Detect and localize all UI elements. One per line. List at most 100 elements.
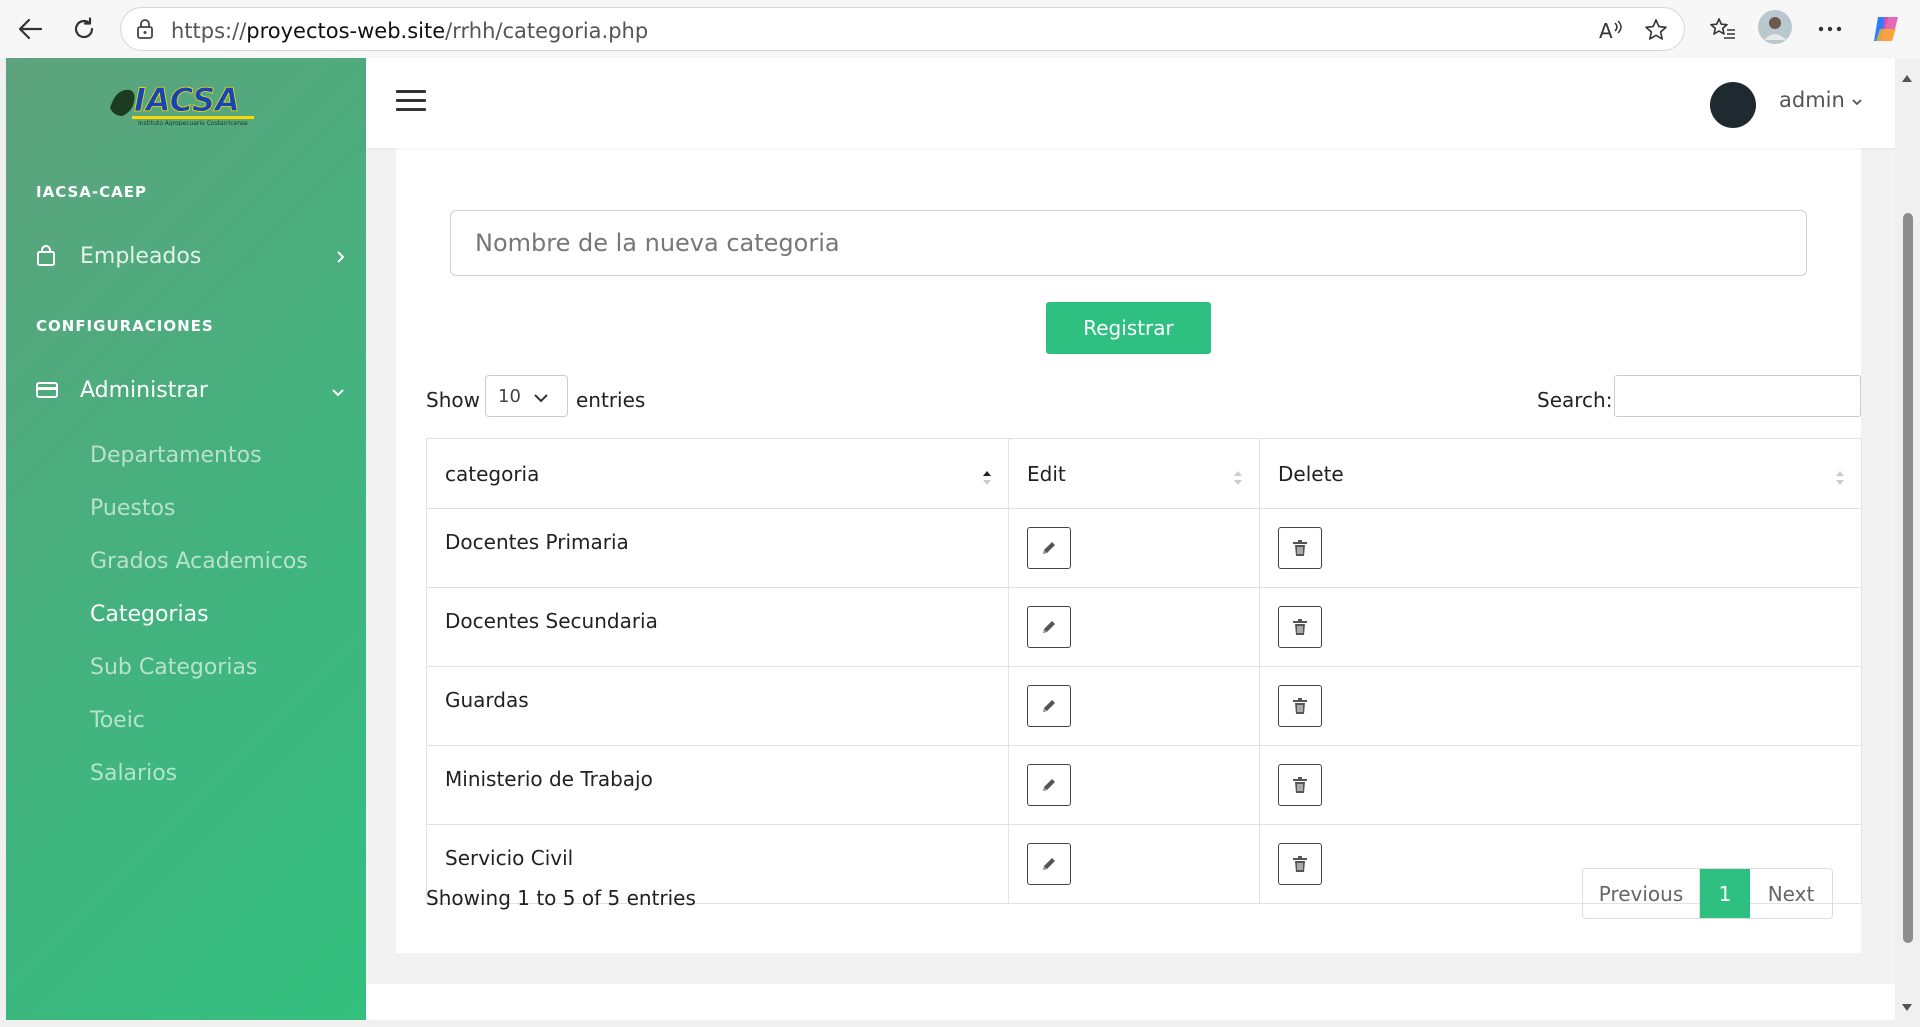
delete-button[interactable]	[1278, 527, 1322, 569]
address-bar[interactable]: https://proyectos-web.site/rrhh/categori…	[120, 7, 1685, 51]
lock-icon[interactable]	[135, 18, 155, 44]
search-label: Search:	[1537, 388, 1613, 412]
main-content: Registrar Show 10 entries Search: catego…	[366, 58, 1895, 1020]
iacsa-logo[interactable]: IACSA Instituto Agropecuario Costarricen…	[106, 78, 266, 127]
column-header-label: Delete	[1278, 461, 1344, 486]
sort-icon	[1835, 467, 1845, 485]
pagination-previous[interactable]: Previous	[1583, 869, 1700, 918]
categoria-cell: Ministerio de Trabajo	[426, 745, 1009, 825]
pagination-page-1[interactable]: 1	[1700, 869, 1750, 918]
trash-icon	[1293, 777, 1307, 793]
top-navbar: admin	[366, 58, 1895, 148]
categoria-cell: Docentes Secundaria	[426, 587, 1009, 667]
pencil-icon	[1043, 858, 1055, 870]
sidebar-item-label: Administrar	[80, 377, 208, 403]
scrollbar-thumb[interactable]	[1903, 213, 1913, 943]
delete-button[interactable]	[1278, 843, 1322, 885]
menu-toggle-icon[interactable]	[396, 90, 426, 114]
pagination-next[interactable]: Next	[1750, 869, 1832, 918]
trash-icon	[1293, 619, 1307, 635]
pencil-icon	[1043, 542, 1055, 554]
svg-text:A: A	[1599, 19, 1613, 41]
edit-cell	[1008, 666, 1260, 746]
svg-text:IACSA: IACSA	[134, 81, 240, 119]
edit-button[interactable]	[1027, 764, 1071, 806]
column-header-delete[interactable]: Delete	[1259, 438, 1862, 509]
pagination: Previous 1 Next	[1582, 868, 1833, 919]
scroll-down-arrow-icon[interactable]	[1901, 998, 1913, 1011]
entries-label: entries	[576, 388, 646, 412]
page-length-select[interactable]: 10	[485, 375, 568, 417]
edit-cell	[1008, 824, 1260, 904]
table-header-row: categoria Edit Delete	[426, 438, 1862, 509]
sidebar: IACSA Instituto Agropecuario Costarricen…	[6, 58, 366, 1020]
sidebar-item-empleados[interactable]: Empleados	[36, 236, 346, 276]
sort-icon	[1233, 467, 1243, 485]
scroll-up-arrow-icon[interactable]	[1901, 68, 1913, 82]
page-scrollbar[interactable]	[1895, 58, 1920, 1020]
edit-button[interactable]	[1027, 843, 1071, 885]
delete-cell	[1259, 508, 1862, 588]
sidebar-item-administrar[interactable]: Administrar	[36, 370, 346, 410]
delete-button[interactable]	[1278, 685, 1322, 727]
edit-button[interactable]	[1027, 527, 1071, 569]
delete-cell	[1259, 666, 1862, 746]
pencil-icon	[1043, 700, 1055, 712]
show-label: Show	[426, 388, 480, 412]
column-header-label: Edit	[1027, 461, 1066, 486]
table-row: Guardas	[426, 666, 1862, 746]
sidebar-subitem-puestos[interactable]: Puestos	[90, 496, 175, 521]
sidebar-subitem-grados-academicos[interactable]: Grados Academicos	[90, 549, 308, 574]
column-header-edit[interactable]: Edit	[1008, 438, 1260, 509]
table-row: Ministerio de Trabajo	[426, 745, 1862, 825]
edit-button[interactable]	[1027, 685, 1071, 727]
credit-card-icon	[36, 381, 62, 399]
categoria-cell: Guardas	[426, 666, 1009, 746]
user-avatar[interactable]	[1710, 82, 1756, 128]
footer	[366, 984, 1895, 1020]
sidebar-subitem-sub-categorias[interactable]: Sub Categorias	[90, 655, 257, 680]
favorite-star-icon[interactable]	[1641, 16, 1671, 44]
delete-cell	[1259, 745, 1862, 825]
browser-toolbar: https://proyectos-web.site/rrhh/categori…	[0, 0, 1920, 58]
categories-table: categoria Edit Delete Docentes Primaria …	[426, 438, 1862, 904]
back-icon[interactable]	[10, 10, 50, 48]
table-row: Docentes Primaria	[426, 508, 1862, 588]
categoria-card: Registrar Show 10 entries Search: catego…	[396, 148, 1862, 953]
column-header-categoria[interactable]: categoria	[426, 438, 1009, 509]
more-options-icon[interactable]	[1812, 12, 1848, 46]
read-aloud-icon[interactable]: A	[1596, 16, 1626, 44]
sidebar-subitem-categorias[interactable]: Categorias	[90, 602, 209, 627]
edit-button[interactable]	[1027, 606, 1071, 648]
sidebar-subitem-departamentos[interactable]: Departamentos	[90, 443, 262, 468]
sidebar-subitem-salarios[interactable]: Salarios	[90, 761, 177, 786]
edit-cell	[1008, 745, 1260, 825]
sidebar-item-label: Empleados	[80, 243, 202, 269]
table-search-input[interactable]	[1614, 375, 1861, 417]
category-name-input[interactable]	[450, 210, 1807, 276]
chevron-down-icon	[1851, 88, 1863, 112]
favorites-list-icon[interactable]	[1705, 12, 1741, 46]
column-header-label: categoria	[445, 461, 540, 486]
chevron-down-icon	[330, 380, 346, 405]
profile-avatar[interactable]	[1757, 10, 1793, 44]
table-info: Showing 1 to 5 of 5 entries	[426, 886, 696, 910]
edit-cell	[1008, 587, 1260, 667]
reload-icon[interactable]	[64, 10, 104, 48]
table-row: Docentes Secundaria	[426, 587, 1862, 667]
register-button[interactable]: Registrar	[1046, 302, 1211, 354]
pencil-icon	[1043, 779, 1055, 791]
edit-cell	[1008, 508, 1260, 588]
url-text[interactable]: https://proyectos-web.site/rrhh/categori…	[171, 19, 648, 43]
user-menu[interactable]: admin	[1779, 88, 1863, 112]
sidebar-subitem-toeic[interactable]: Toeic	[90, 708, 145, 733]
sidebar-heading-config: CONFIGURACIONES	[36, 317, 214, 335]
svg-text:Instituto Agropecuario Costarr: Instituto Agropecuario Costarricense	[138, 120, 248, 126]
shopping-bag-icon	[36, 245, 62, 267]
pencil-icon	[1043, 621, 1055, 633]
copilot-icon[interactable]	[1868, 12, 1904, 46]
delete-button[interactable]	[1278, 606, 1322, 648]
trash-icon	[1293, 540, 1307, 556]
trash-icon	[1293, 856, 1307, 872]
delete-button[interactable]	[1278, 764, 1322, 806]
